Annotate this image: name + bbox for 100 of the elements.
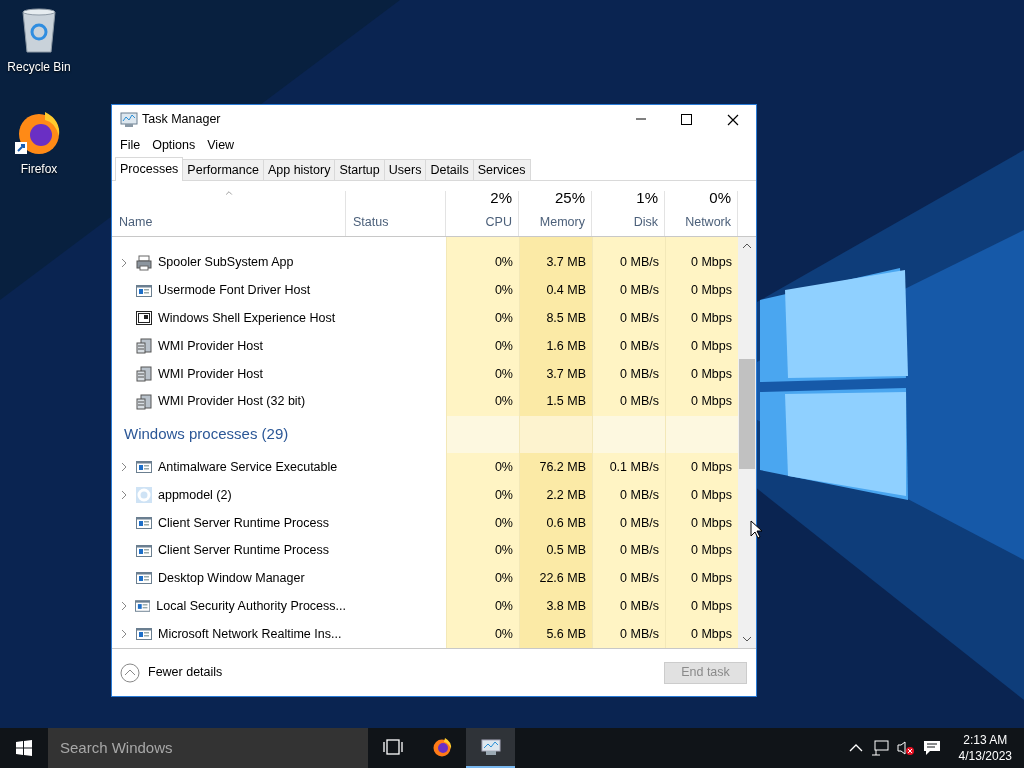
process-name[interactable]: Usermode Font Driver Host [158, 281, 311, 300]
chevron-up-icon[interactable] [848, 743, 863, 753]
table-cell-text: 0% [494, 282, 513, 300]
column-header[interactable]: Status [353, 213, 439, 232]
start-icon[interactable] [16, 740, 32, 756]
firefox-icon [431, 737, 452, 757]
process-name[interactable]: WMI Provider Host (32 bit) [158, 392, 306, 412]
table-cell-text: 1.6 MB [546, 337, 586, 355]
table-cell-text: 0 Mbps [691, 310, 732, 327]
window-title: Task Manager [142, 111, 222, 129]
recycle-bin-icon [19, 6, 59, 54]
process-name[interactable]: Client Server Runtime Process [158, 541, 329, 561]
desktop-icon-label[interactable]: Recycle Bin [7, 58, 71, 76]
process-name[interactable]: Local Security Authority Process... [156, 596, 346, 616]
table-cell-text: 0 MB/s [620, 597, 659, 615]
menu-item[interactable]: File [114, 136, 147, 155]
desktop-icon-label[interactable]: Firefox [20, 160, 58, 178]
expand-icon[interactable] [121, 462, 127, 473]
notification-icon[interactable] [922, 740, 941, 756]
server-icon [136, 338, 152, 355]
column-header[interactable]: Name [119, 213, 339, 232]
table-cell-text: 5.6 MB [546, 625, 586, 643]
table-cell-text: 22.6 MB [539, 570, 586, 588]
menu-item[interactable]: View [201, 136, 241, 155]
app-window-icon [136, 626, 152, 643]
table-cell-text: 0 Mbps [691, 458, 732, 476]
tab[interactable]: Performance [182, 159, 264, 180]
table-cell-text: 0% [494, 393, 513, 411]
table-cell-text: 0% [494, 625, 513, 643]
search-field[interactable]: Search Windows [48, 728, 368, 768]
column-header[interactable]: Disk [633, 213, 658, 232]
process-name[interactable]: WMI Provider Host [158, 336, 263, 356]
printer-icon [136, 254, 152, 271]
fewer-details-link[interactable]: Fewer details [148, 663, 223, 682]
process-name[interactable]: WMI Provider Host [158, 364, 263, 384]
tab[interactable]: Users [383, 159, 427, 180]
table-cell-text: 0% [494, 310, 513, 327]
scrollbar-thumb[interactable] [739, 359, 755, 469]
app-window-icon [136, 459, 152, 476]
table-cell-text: 0% [494, 486, 513, 504]
tab[interactable]: Processes [115, 157, 184, 181]
table-cell-text: 0% [494, 542, 513, 560]
table-cell-text: 0 Mbps [691, 570, 732, 588]
table-cell-text: 8.5 MB [546, 310, 586, 327]
table-cell-text: 3.7 MB [546, 254, 586, 272]
table-cell-text: 0% [494, 337, 513, 355]
server-icon [136, 393, 152, 410]
column-total: 2% [490, 187, 512, 208]
app-window-icon [136, 570, 152, 587]
tab[interactable]: Services [472, 159, 531, 180]
table-cell-text: 0 Mbps [691, 254, 732, 272]
process-name[interactable]: Spooler SubSystem App [158, 253, 294, 273]
taskbar-app-button[interactable] [466, 728, 515, 768]
clock-time[interactable]: 2:13 AM [963, 732, 1008, 748]
collapse-icon[interactable] [120, 662, 140, 683]
column-header[interactable]: Memory [539, 213, 585, 232]
process-name[interactable]: Windows Shell Experience Host [158, 309, 336, 328]
maximize-icon[interactable] [681, 113, 693, 126]
window-frame-icon [136, 310, 152, 327]
task-manager-icon [480, 737, 501, 757]
expand-icon[interactable] [121, 257, 127, 268]
app-window-icon [136, 514, 152, 531]
expand-icon[interactable] [121, 629, 127, 640]
group-header[interactable]: Windows processes (29) [112, 423, 289, 446]
tab[interactable]: Startup [334, 159, 385, 180]
expand-icon[interactable] [121, 490, 127, 501]
table-cell-text: 0 MB/s [620, 625, 659, 643]
task-manager-icon [120, 111, 138, 128]
process-name[interactable]: appmodel (2) [158, 485, 232, 505]
table-cell-text: 0 MB/s [620, 570, 659, 588]
column-header[interactable]: Network [685, 213, 731, 232]
table-cell-text: 0% [494, 365, 513, 383]
network-icon[interactable] [870, 740, 889, 756]
table-cell-text: 0.4 MB [546, 282, 586, 300]
tab[interactable]: Details [425, 159, 474, 180]
column-total: 0% [709, 187, 731, 208]
table-cell-text: 0.6 MB [546, 514, 586, 532]
process-name[interactable]: Microsoft Network Realtime Ins... [158, 624, 342, 644]
expand-icon[interactable] [120, 601, 127, 612]
table-cell-text: 0% [494, 514, 513, 532]
table-cell-text: 0% [494, 597, 513, 615]
table-cell-text: 0 Mbps [691, 542, 732, 560]
clock-date[interactable]: 4/13/2023 [958, 748, 1012, 764]
tab[interactable]: App history [262, 159, 336, 180]
table-cell-text: 2.2 MB [546, 486, 586, 504]
table-cell-text: 0 MB/s [620, 310, 659, 327]
table-cell-text: 0 Mbps [691, 597, 732, 615]
table-cell-text: 0 MB/s [620, 337, 659, 355]
table-cell-text: 0% [494, 458, 513, 476]
column-total: 1% [636, 187, 658, 208]
volume-muted-icon[interactable] [896, 740, 915, 756]
process-name[interactable]: Desktop Window Manager [158, 569, 305, 588]
table-cell-text: 0 MB/s [620, 393, 659, 411]
close-icon[interactable] [727, 113, 739, 126]
table-cell-text: 0 Mbps [691, 282, 732, 300]
column-header[interactable]: CPU [485, 213, 512, 232]
table-cell-text: 0.1 MB/s [609, 458, 659, 476]
process-name[interactable]: Antimalware Service Executable [158, 457, 338, 477]
process-name[interactable]: Client Server Runtime Process [158, 513, 329, 533]
menu-item[interactable]: Options [146, 136, 202, 155]
